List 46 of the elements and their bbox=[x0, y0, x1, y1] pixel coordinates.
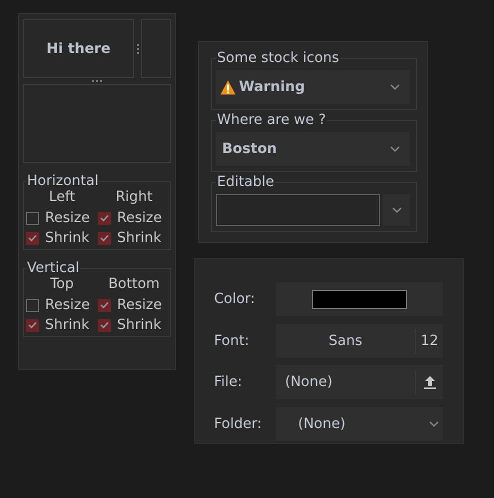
combo-box[interactable]: Warning bbox=[216, 70, 410, 104]
field-label: Color: bbox=[214, 291, 256, 308]
checkbox[interactable] bbox=[26, 212, 39, 224]
chevron-down-icon bbox=[390, 84, 400, 90]
field-label: Font: bbox=[214, 332, 250, 349]
checkbox-label[interactable]: Resize bbox=[117, 297, 162, 313]
field-label: Folder: bbox=[214, 416, 263, 432]
checkbox-label[interactable]: Shrink bbox=[45, 317, 90, 333]
checkbox[interactable] bbox=[98, 298, 111, 312]
checkbox-label[interactable]: Resize bbox=[45, 297, 90, 313]
chevron-down-icon bbox=[429, 420, 439, 427]
field-label: File: bbox=[214, 374, 244, 390]
checkbox[interactable] bbox=[26, 232, 39, 244]
checkbox[interactable] bbox=[98, 212, 111, 224]
column-heading: Right bbox=[114, 189, 154, 205]
checkbox[interactable] bbox=[26, 318, 39, 332]
checkbox[interactable] bbox=[26, 298, 39, 312]
file-name: (None) bbox=[284, 374, 334, 390]
checkbox-label[interactable]: Shrink bbox=[117, 317, 162, 333]
font-size: 12 bbox=[420, 332, 440, 349]
checkbox-label[interactable]: Resize bbox=[117, 210, 162, 226]
font-name: Sans bbox=[328, 332, 364, 349]
color-button[interactable] bbox=[276, 282, 443, 316]
combo-box[interactable]: Boston bbox=[216, 132, 410, 166]
folder-combo[interactable]: (None) bbox=[276, 406, 443, 441]
font-button[interactable]: Sans 12 bbox=[276, 324, 443, 358]
file-button[interactable]: (None) bbox=[276, 365, 443, 400]
warning-icon bbox=[220, 80, 236, 94]
input-field[interactable] bbox=[216, 194, 380, 226]
chevron-down-icon bbox=[390, 146, 400, 152]
upload-icon bbox=[424, 375, 436, 390]
frame-title: Vertical bbox=[26, 260, 80, 276]
checkbox-label[interactable]: Shrink bbox=[117, 230, 162, 246]
chevron-down-icon bbox=[392, 207, 402, 213]
checkbox-label[interactable]: Resize bbox=[45, 210, 90, 226]
column-heading: Left bbox=[48, 189, 76, 205]
checkbox[interactable] bbox=[98, 318, 111, 332]
frame-title: Some stock icons bbox=[216, 50, 340, 66]
column-heading: Top bbox=[49, 276, 75, 292]
frame-title: Editable bbox=[216, 174, 276, 190]
checkbox[interactable] bbox=[98, 232, 111, 244]
pane-label: Hi there bbox=[46, 40, 110, 56]
checkbox-label[interactable]: Shrink bbox=[45, 230, 90, 246]
column-heading: Bottom bbox=[107, 276, 161, 292]
frame-title: Where are we ? bbox=[216, 112, 327, 128]
frame-title: Horizontal bbox=[26, 173, 100, 189]
